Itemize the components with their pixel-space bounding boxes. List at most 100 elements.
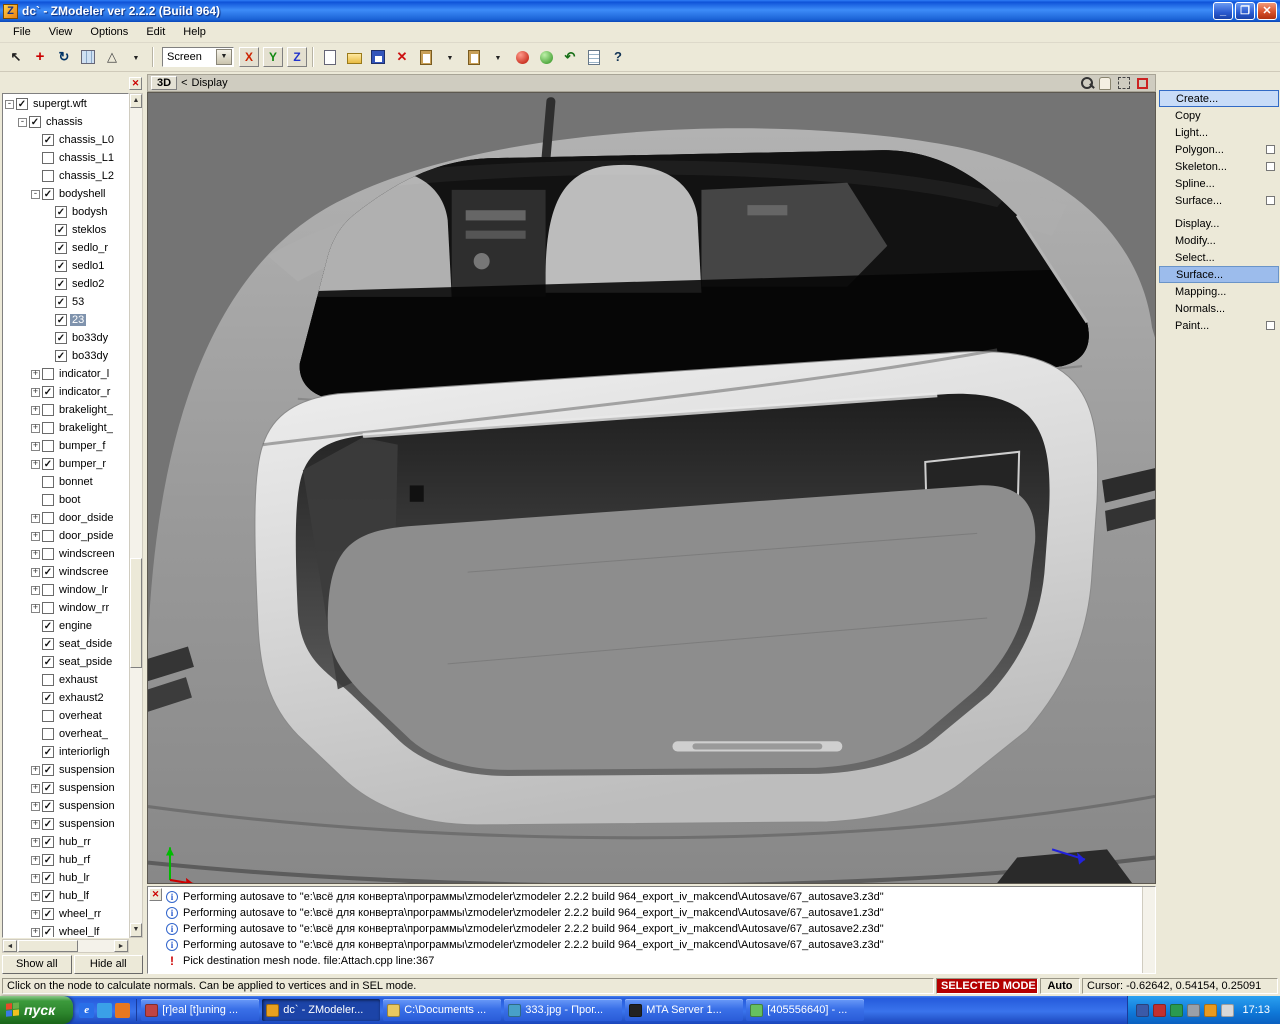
panel-option-checkbox[interactable] xyxy=(1266,162,1275,171)
tree-plus-expander-icon[interactable]: + xyxy=(31,388,40,397)
panel-button-polygon[interactable]: Polygon... xyxy=(1159,141,1279,158)
panel-button-display[interactable]: Display... xyxy=(1159,215,1279,232)
tree-item-steklos[interactable]: ✓steklos xyxy=(3,221,128,239)
tree-item-bo33dy[interactable]: ✓bo33dy xyxy=(3,329,128,347)
panel-button-select[interactable]: Select... xyxy=(1159,249,1279,266)
panel-button-skeleton[interactable]: Skeleton... xyxy=(1159,158,1279,175)
import-dropdown-icon[interactable] xyxy=(439,46,461,68)
tree-visibility-checkbox[interactable] xyxy=(42,728,54,740)
tree-visibility-checkbox[interactable] xyxy=(42,710,54,722)
tree-panel-close-icon[interactable]: ✕ xyxy=(129,77,142,90)
minimize-button[interactable]: _ xyxy=(1213,2,1233,20)
log-window-icon[interactable] xyxy=(583,46,605,68)
tree-item-suspension[interactable]: +✓suspension xyxy=(3,797,128,815)
volume-icon[interactable] xyxy=(1221,1004,1234,1017)
maximize-button[interactable]: ❐ xyxy=(1235,2,1255,20)
tree-visibility-checkbox[interactable]: ✓ xyxy=(16,98,28,110)
close-view-icon[interactable] xyxy=(1137,78,1148,89)
start-button[interactable]: пуск xyxy=(0,996,73,1024)
tree-visibility-checkbox[interactable] xyxy=(42,422,54,434)
tree-visibility-checkbox[interactable] xyxy=(42,674,54,686)
move-gizmo-icon[interactable] xyxy=(29,46,51,68)
tree-visibility-checkbox[interactable]: ✓ xyxy=(42,620,54,632)
tree-item-exhaust2[interactable]: ✓exhaust2 xyxy=(3,689,128,707)
tree-item-brakelight[interactable]: +brakelight_ xyxy=(3,401,128,419)
grid-settings-icon[interactable] xyxy=(77,46,99,68)
menu-item-file[interactable]: File xyxy=(4,24,40,40)
panel-button-surface[interactable]: Surface... xyxy=(1159,266,1279,283)
tree-item-bodysh[interactable]: ✓bodysh xyxy=(3,203,128,221)
tree-item-brakelight[interactable]: +brakelight_ xyxy=(3,419,128,437)
tree-minus-expander-icon[interactable]: - xyxy=(5,100,14,109)
tree-item-suspension[interactable]: +✓suspension xyxy=(3,815,128,833)
panel-button-surface[interactable]: Surface... xyxy=(1159,192,1279,209)
panel-button-create[interactable]: Create... xyxy=(1159,90,1279,107)
tree-visibility-checkbox[interactable]: ✓ xyxy=(55,260,67,272)
tree-visibility-checkbox[interactable]: ✓ xyxy=(42,854,54,866)
tree-visibility-checkbox[interactable]: ✓ xyxy=(42,818,54,830)
tree-plus-expander-icon[interactable]: + xyxy=(31,568,40,577)
tree-visibility-checkbox[interactable]: ✓ xyxy=(42,692,54,704)
tree-plus-expander-icon[interactable]: + xyxy=(31,586,40,595)
tree-plus-expander-icon[interactable]: + xyxy=(31,532,40,541)
tree-visibility-checkbox[interactable] xyxy=(42,602,54,614)
tree-visibility-checkbox[interactable]: ✓ xyxy=(42,872,54,884)
internet-explorer-icon[interactable]: e xyxy=(79,1003,94,1018)
tree-visibility-checkbox[interactable]: ✓ xyxy=(42,638,54,650)
tree-visibility-checkbox[interactable] xyxy=(42,512,54,524)
scroll-down-icon[interactable]: ▼ xyxy=(130,923,142,937)
panel-button-modify[interactable]: Modify... xyxy=(1159,232,1279,249)
tree-item-chassis-l1[interactable]: chassis_L1 xyxy=(3,149,128,167)
tree-visibility-checkbox[interactable] xyxy=(42,152,54,164)
new-file-icon[interactable] xyxy=(319,46,341,68)
chevron-down-icon[interactable]: ▼ xyxy=(216,49,232,65)
tree-visibility-checkbox[interactable] xyxy=(42,548,54,560)
taskbar-task-405556640[interactable]: [405556640] - ... xyxy=(746,999,864,1021)
tree-item-seat-dside[interactable]: ✓seat_dside xyxy=(3,635,128,653)
tree-item-windscreen[interactable]: +windscreen xyxy=(3,545,128,563)
tree-visibility-checkbox[interactable]: ✓ xyxy=(42,782,54,794)
close-button[interactable]: ✕ xyxy=(1257,2,1277,20)
tree-item-chassis-l0[interactable]: ✓chassis_L0 xyxy=(3,131,128,149)
tree-visibility-checkbox[interactable] xyxy=(42,530,54,542)
tree-visibility-checkbox[interactable]: ✓ xyxy=(42,134,54,146)
menu-item-help[interactable]: Help xyxy=(174,24,215,40)
tree-item-23[interactable]: ✓23 xyxy=(3,311,128,329)
tree-item-exhaust[interactable]: exhaust xyxy=(3,671,128,689)
tree-item-door-dside[interactable]: +door_dside xyxy=(3,509,128,527)
tree-item-chassis-l2[interactable]: chassis_L2 xyxy=(3,167,128,185)
y-axis-toggle[interactable]: Y xyxy=(263,47,283,67)
tree-item-bumper-f[interactable]: +bumper_f xyxy=(3,437,128,455)
scroll-up-icon[interactable]: ▲ xyxy=(130,94,142,108)
tree-item-indicator-r[interactable]: +✓indicator_r xyxy=(3,383,128,401)
scrollbar-thumb[interactable] xyxy=(130,558,142,668)
tree-item-door-pside[interactable]: +door_pside xyxy=(3,527,128,545)
tree-item-overheat[interactable]: overheat_ xyxy=(3,725,128,743)
show-all-button[interactable]: Show all xyxy=(2,955,72,974)
tree-item-sedlo1[interactable]: ✓sedlo1 xyxy=(3,257,128,275)
tree-visibility-checkbox[interactable]: ✓ xyxy=(55,224,67,236)
tree-visibility-checkbox[interactable]: ✓ xyxy=(55,278,67,290)
undo-icon[interactable] xyxy=(559,46,581,68)
tree-plus-expander-icon[interactable]: + xyxy=(31,406,40,415)
tree-item-hub-lr[interactable]: +✓hub_lr xyxy=(3,869,128,887)
rotate-gizmo-icon[interactable] xyxy=(53,46,75,68)
panel-button-copy[interactable]: Copy xyxy=(1159,107,1279,124)
panel-option-checkbox[interactable] xyxy=(1266,196,1275,205)
tree-plus-expander-icon[interactable]: + xyxy=(31,892,40,901)
panel-option-checkbox[interactable] xyxy=(1266,145,1275,154)
tree-item-bumper-r[interactable]: +✓bumper_r xyxy=(3,455,128,473)
maximize-view-icon[interactable] xyxy=(1118,77,1130,89)
select-icon[interactable] xyxy=(5,46,27,68)
tree-visibility-checkbox[interactable]: ✓ xyxy=(42,836,54,848)
tree-visibility-checkbox[interactable] xyxy=(42,440,54,452)
scrollbar-thumb[interactable] xyxy=(18,940,78,952)
scroll-left-icon[interactable]: ◄ xyxy=(3,940,17,952)
tree-plus-expander-icon[interactable]: + xyxy=(31,766,40,775)
tree-item-bonnet[interactable]: bonnet xyxy=(3,473,128,491)
tree-item-sedlo2[interactable]: ✓sedlo2 xyxy=(3,275,128,293)
hide-all-button[interactable]: Hide all xyxy=(74,955,144,974)
tree-plus-expander-icon[interactable]: + xyxy=(31,856,40,865)
tree-visibility-checkbox[interactable]: ✓ xyxy=(29,116,41,128)
tree-plus-expander-icon[interactable]: + xyxy=(31,802,40,811)
